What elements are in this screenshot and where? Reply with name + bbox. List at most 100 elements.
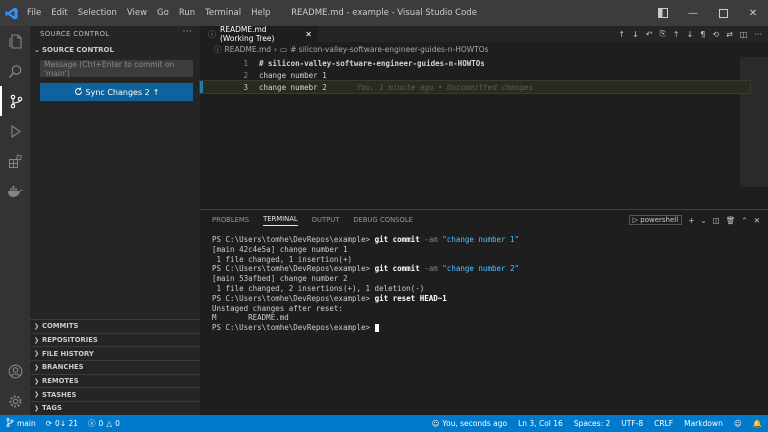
open-file-icon[interactable]: ⎘ — [659, 29, 665, 39]
tab-readme[interactable]: ⓘ README.md (Working Tree) ✕ — [200, 25, 318, 43]
section-remotes[interactable]: ❯ REMOTES — [30, 373, 200, 388]
status-language[interactable]: Markdown — [684, 419, 723, 428]
arrow-down-icon[interactable]: ↓ — [687, 30, 694, 39]
previous-change-icon[interactable]: ↑ — [618, 30, 625, 39]
chevron-right-icon: ❯ — [34, 377, 40, 385]
section-stashes[interactable]: ❯ STASHES — [30, 387, 200, 401]
search-icon[interactable] — [0, 56, 30, 86]
close-tab-icon[interactable]: ✕ — [305, 30, 312, 39]
section-repositories[interactable]: ❯ REPOSITORIES — [30, 332, 200, 347]
menu-view[interactable]: View — [122, 0, 152, 26]
terminal-prompt: PS C:\Users\tomhe\DevRepos\example> — [212, 264, 371, 274]
split-editor-icon[interactable]: ◫ — [740, 30, 748, 39]
explorer-icon[interactable] — [0, 26, 30, 56]
status-spaces[interactable]: Spaces: 2 — [574, 419, 610, 428]
tab-problems[interactable]: PROBLEMS — [212, 216, 249, 224]
commit-message-input[interactable]: Message (Ctrl+Enter to commit on 'main') — [40, 60, 193, 78]
menu-edit[interactable]: Edit — [46, 0, 72, 26]
bottom-panel: PROBLEMS TERMINAL OUTPUT DEBUG CONSOLE ▷… — [200, 209, 768, 415]
sync-icon — [74, 86, 83, 98]
layout-icon[interactable] — [648, 0, 678, 26]
section-file-history[interactable]: ❯ FILE HISTORY — [30, 346, 200, 360]
menu-selection[interactable]: Selection — [73, 0, 122, 26]
error-icon: ⓧ — [88, 419, 96, 428]
code-editor[interactable]: 1 # silicon-valley-software-engineer-gui… — [199, 57, 768, 207]
close-window-icon[interactable]: ✕ — [738, 0, 768, 26]
section-branches[interactable]: ❯ BRANCHES — [30, 360, 200, 374]
more-actions-icon[interactable]: ··· — [754, 30, 762, 39]
terminal-line: M README.md — [212, 313, 289, 323]
next-change-icon[interactable]: ↓ — [632, 30, 639, 39]
notifications-bell-icon[interactable]: 🔔 — [753, 419, 762, 428]
terminal-shell-selector[interactable]: ▷ powershell — [628, 215, 683, 225]
status-sync[interactable]: ⟳ 0↓ 21 — [46, 419, 78, 428]
extensions-icon[interactable] — [0, 146, 30, 176]
info-icon: ⓘ — [214, 45, 222, 54]
status-position[interactable]: Ln 3, Col 16 — [518, 419, 563, 428]
more-actions-icon[interactable]: ··· — [183, 27, 192, 37]
terminal-string: "change number 2" — [442, 264, 520, 274]
menu-file[interactable]: File — [22, 0, 46, 26]
terminal-icon: ▷ — [632, 216, 639, 224]
accounts-icon[interactable] — [0, 356, 30, 386]
change-indicator[interactable] — [200, 81, 203, 93]
terminal-command: git commit — [374, 264, 420, 274]
maximize-icon[interactable] — [708, 0, 738, 26]
info-icon: ⓘ — [208, 29, 216, 39]
chevron-right-icon: ❯ — [34, 322, 40, 330]
status-eol[interactable]: CRLF — [654, 419, 673, 428]
history-icon[interactable]: ⟲ — [712, 30, 719, 39]
status-encoding[interactable]: UTF-8 — [621, 419, 643, 428]
terminal-line: PS C:\Users\tomhe\DevRepos\example> git … — [212, 264, 762, 274]
section-commits[interactable]: ❯ COMMITS — [30, 319, 200, 333]
minimize-icon[interactable]: — — [678, 0, 708, 26]
terminal-output[interactable]: PS C:\Users\tomhe\DevRepos\example> git … — [212, 235, 762, 333]
terminal-string: "change number 1" — [442, 235, 520, 244]
menu-go[interactable]: Go — [152, 0, 174, 26]
status-branch[interactable]: main — [6, 417, 36, 429]
compare-icon[interactable]: ⇄ — [726, 30, 733, 39]
collapsed-sections: ❯ COMMITS ❯ REPOSITORIES ❯ FILE HISTORY ❯ BR… — [30, 319, 200, 415]
symbol-icon: ▭ — [280, 45, 288, 54]
arrow-up-icon[interactable]: ↑ — [673, 30, 680, 39]
sync-icon: ⟳ — [45, 419, 53, 428]
pilcrow-icon[interactable]: ¶ — [700, 30, 705, 39]
terminal-line: [main 53afbed] change number 2 — [212, 274, 348, 284]
revert-icon[interactable]: ↶ — [646, 30, 653, 39]
chevron-down-icon[interactable]: ⌄ — [700, 216, 706, 225]
breadcrumb-file[interactable]: README.md — [225, 45, 272, 54]
status-problems[interactable]: ⓧ 0 △ 0 — [88, 418, 120, 429]
close-panel-icon[interactable]: ✕ — [754, 216, 760, 225]
window-controls: — ✕ — [648, 0, 768, 26]
terminal-line: [main 42c4e5a] change number 1 — [212, 244, 348, 254]
line-content: change numebr 2 — [259, 82, 327, 92]
source-control-section-title[interactable]: ⌄ SOURCE CONTROL — [30, 42, 200, 58]
trash-icon[interactable]: 🗑 — [726, 216, 736, 225]
menu-run[interactable]: Run — [174, 0, 200, 26]
tab-debug-console[interactable]: DEBUG CONSOLE — [353, 216, 413, 224]
breadcrumb: ⓘ README.md › ▭ # silicon-valley-softwar… — [200, 42, 768, 57]
source-control-icon[interactable] — [0, 86, 30, 116]
section-tags[interactable]: ❯ TAGS — [30, 401, 200, 415]
run-debug-icon[interactable] — [0, 116, 30, 146]
branch-name: main — [17, 419, 36, 428]
settings-gear-icon[interactable] — [0, 386, 30, 416]
sidebar-header: SOURCE CONTROL ··· — [30, 26, 200, 42]
menu-help[interactable]: Help — [246, 0, 275, 26]
menu-bar: File Edit Selection View Go Run Terminal… — [22, 0, 275, 26]
sync-changes-button[interactable]: Sync Changes 2 ↑ — [40, 83, 193, 101]
section-label: REPOSITORIES — [42, 336, 98, 345]
new-terminal-icon[interactable]: + — [688, 216, 694, 225]
error-count: 0 — [98, 419, 104, 428]
tab-terminal[interactable]: TERMINAL — [263, 215, 298, 226]
panel-actions: ▷ powershell + ⌄ ◫ 🗑 ⌃ ✕ — [628, 210, 760, 230]
docker-icon[interactable] — [0, 176, 30, 206]
section-label: REMOTES — [42, 377, 79, 386]
status-blame[interactable]: ☺ You, seconds ago — [432, 419, 508, 428]
menu-terminal[interactable]: Terminal — [200, 0, 246, 26]
maximize-panel-icon[interactable]: ⌃ — [741, 216, 747, 225]
breadcrumb-symbol[interactable]: # silicon-valley-software-engineer-guide… — [290, 45, 488, 54]
tab-output[interactable]: OUTPUT — [312, 216, 340, 224]
split-terminal-icon[interactable]: ◫ — [713, 216, 720, 225]
feedback-icon[interactable]: ☺ — [734, 419, 742, 428]
